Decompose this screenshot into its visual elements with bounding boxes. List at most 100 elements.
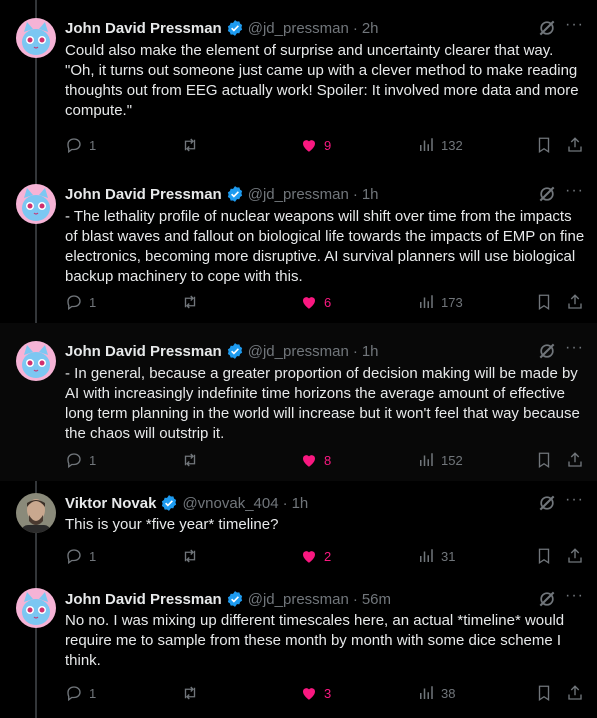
- more-options-icon[interactable]: ···: [565, 339, 584, 357]
- author-handle[interactable]: @jd_pressman: [248, 20, 349, 37]
- bookmark-button[interactable]: [535, 451, 553, 469]
- views-count: 152: [441, 452, 463, 468]
- retweet-icon: [184, 686, 196, 700]
- heart-icon: [303, 688, 315, 700]
- bookmark-icon: [538, 685, 550, 702]
- reply-count: 1: [89, 685, 97, 701]
- retweet-button[interactable]: [181, 684, 205, 702]
- avatar[interactable]: [16, 184, 56, 224]
- grok-icon[interactable]: [537, 18, 557, 38]
- heart-icon: [303, 455, 315, 467]
- avatar[interactable]: [16, 588, 56, 628]
- share-icon: [568, 294, 582, 309]
- like-count: 6: [324, 294, 332, 310]
- share-button[interactable]: [566, 136, 584, 154]
- bookmark-icon: [538, 548, 550, 565]
- grok-icon[interactable]: [537, 589, 557, 609]
- avatar[interactable]: [16, 18, 56, 58]
- bookmark-icon: [538, 294, 550, 311]
- tweet-header: John David Pressman @jd_pressman · 2h: [65, 19, 379, 37]
- author-name[interactable]: John David Pressman: [65, 186, 222, 203]
- analytics-icon: [420, 453, 433, 466]
- views-count: 38: [441, 685, 456, 701]
- reply-icon: [67, 295, 81, 311]
- tweet[interactable]: John David Pressman @jd_pressman · 1h ··…: [0, 323, 597, 481]
- views-button[interactable]: 31: [417, 547, 455, 565]
- like-button[interactable]: 2: [300, 547, 331, 565]
- reply-button[interactable]: 1: [65, 136, 96, 154]
- author-name[interactable]: Viktor Novak: [65, 495, 156, 512]
- author-handle[interactable]: @jd_pressman: [248, 591, 349, 608]
- share-icon: [568, 685, 582, 700]
- author-name[interactable]: John David Pressman: [65, 20, 222, 37]
- reply-button[interactable]: 1: [65, 684, 96, 702]
- bookmark-button[interactable]: [535, 136, 553, 154]
- timestamp[interactable]: 56m: [362, 591, 391, 608]
- more-options-icon[interactable]: ···: [565, 587, 584, 605]
- analytics-icon: [420, 686, 433, 699]
- retweet-button[interactable]: [181, 136, 205, 154]
- avatar[interactable]: [16, 493, 56, 533]
- retweet-button[interactable]: [181, 293, 205, 311]
- tweet-text: No no. I was mixing up different timesca…: [65, 612, 569, 669]
- tweet[interactable]: John David Pressman @jd_pressman · 1h ··…: [0, 166, 597, 323]
- like-count: 2: [324, 548, 332, 564]
- tweet-text: - In general, because a greater proporti…: [65, 365, 584, 442]
- tweet-header: Viktor Novak @vnovak_404 · 1h: [65, 494, 309, 512]
- share-button[interactable]: [566, 684, 584, 702]
- bookmark-button[interactable]: [535, 684, 553, 702]
- heart-icon: [303, 140, 315, 152]
- more-options-icon[interactable]: ···: [565, 491, 584, 509]
- analytics-icon: [420, 295, 433, 308]
- author-handle[interactable]: @jd_pressman: [248, 343, 349, 360]
- tweet[interactable]: John David Pressman @jd_pressman · 56m ·…: [0, 576, 597, 718]
- author-name[interactable]: John David Pressman: [65, 343, 222, 360]
- reply-button[interactable]: 1: [65, 293, 96, 311]
- more-options-icon[interactable]: ···: [565, 182, 584, 200]
- reply-button[interactable]: 1: [65, 547, 96, 565]
- timestamp[interactable]: 1h: [362, 343, 379, 360]
- author-handle[interactable]: @jd_pressman: [248, 186, 349, 203]
- timestamp[interactable]: 2h: [362, 20, 379, 37]
- grok-icon[interactable]: [537, 493, 557, 513]
- analytics-icon: [420, 138, 433, 151]
- like-button[interactable]: 8: [300, 451, 331, 469]
- reply-button[interactable]: 1: [65, 451, 96, 469]
- share-button[interactable]: [566, 451, 584, 469]
- retweet-button[interactable]: [181, 547, 205, 565]
- share-icon: [568, 548, 582, 563]
- share-button[interactable]: [566, 293, 584, 311]
- views-button[interactable]: 173: [417, 293, 463, 311]
- tweet-header: John David Pressman @jd_pressman · 1h: [65, 185, 379, 203]
- views-button[interactable]: 152: [417, 451, 463, 469]
- like-button[interactable]: 3: [300, 684, 331, 702]
- grok-icon[interactable]: [537, 184, 557, 204]
- timestamp[interactable]: 1h: [362, 186, 379, 203]
- tweet[interactable]: John David Pressman @jd_pressman · 2h ··…: [0, 0, 597, 166]
- author-handle[interactable]: @vnovak_404: [182, 495, 278, 512]
- heart-icon: [303, 297, 315, 309]
- author-name[interactable]: John David Pressman: [65, 591, 222, 608]
- retweet-button[interactable]: [181, 451, 205, 469]
- grok-icon[interactable]: [537, 341, 557, 361]
- verified-badge-icon: [162, 495, 177, 511]
- bookmark-button[interactable]: [535, 547, 553, 565]
- avatar[interactable]: [16, 341, 56, 381]
- share-icon: [568, 137, 582, 152]
- views-button[interactable]: 38: [417, 684, 455, 702]
- reply-count: 1: [89, 548, 97, 564]
- timestamp[interactable]: 1h: [292, 495, 309, 512]
- tweet-text: - The lethality profile of nuclear weapo…: [65, 208, 589, 285]
- more-options-icon[interactable]: ···: [565, 16, 584, 34]
- views-button[interactable]: 132: [417, 136, 463, 154]
- like-button[interactable]: 9: [300, 136, 331, 154]
- retweet-icon: [184, 295, 196, 309]
- views-count: 132: [441, 137, 463, 153]
- like-count: 8: [324, 452, 332, 468]
- bookmark-icon: [538, 452, 550, 469]
- like-button[interactable]: 6: [300, 293, 331, 311]
- bookmark-button[interactable]: [535, 293, 553, 311]
- retweet-icon: [184, 138, 196, 152]
- tweet[interactable]: Viktor Novak @vnovak_404 · 1h ··· This i…: [0, 481, 597, 576]
- share-button[interactable]: [566, 547, 584, 565]
